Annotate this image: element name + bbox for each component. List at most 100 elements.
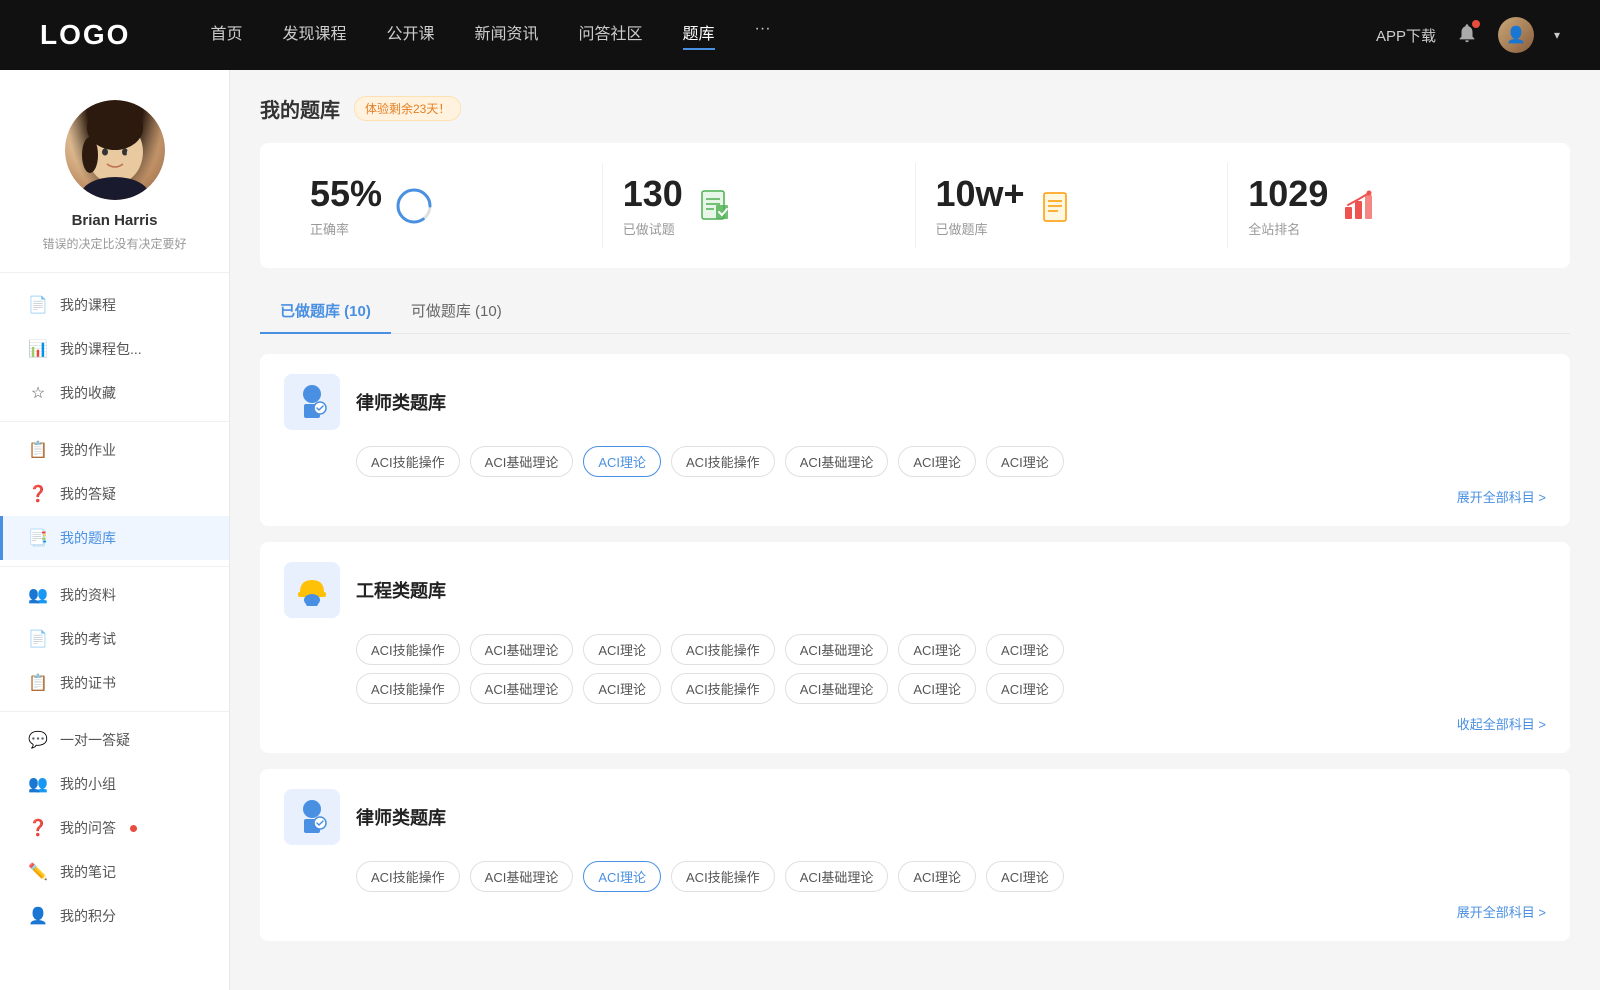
- sidebar-divider-2: [0, 566, 229, 567]
- sidebar-item-points[interactable]: 👤 我的积分: [0, 894, 229, 938]
- sidebar-item-group[interactable]: 👥 我的小组: [0, 762, 229, 806]
- myqa-label: 我的问答: [60, 818, 116, 838]
- favorites-label: 我的收藏: [60, 383, 116, 403]
- quiz-bank-icon: 📑: [28, 528, 48, 548]
- course-package-label: 我的课程包...: [60, 339, 142, 359]
- engineer-bank-expand[interactable]: 收起全部科目 >: [284, 714, 1546, 733]
- notification-dot: [1472, 20, 1480, 28]
- notification-bell[interactable]: [1456, 22, 1478, 49]
- stat-accuracy-value: 55% 正确率: [310, 173, 382, 238]
- sidebar-item-favorites[interactable]: ☆ 我的收藏: [0, 371, 229, 415]
- lawyer-bank-expand-1[interactable]: 展开全部科目 >: [284, 487, 1546, 506]
- certificate-label: 我的证书: [60, 673, 116, 693]
- bank-tag[interactable]: ACI技能操作: [671, 673, 775, 704]
- sidebar-item-qa[interactable]: ❓ 我的答疑: [0, 472, 229, 516]
- app-download[interactable]: APP下载: [1376, 25, 1436, 46]
- bank-tag[interactable]: ACI理论: [898, 673, 976, 704]
- bank-tag[interactable]: ACI理论: [583, 673, 661, 704]
- bank-tag[interactable]: ACI理论: [986, 861, 1064, 892]
- bank-tag[interactable]: ACI技能操作: [356, 861, 460, 892]
- nav-qa[interactable]: 问答社区: [579, 20, 643, 50]
- profile-icon: 👥: [28, 585, 48, 605]
- sidebar-profile: Brian Harris 错误的决定比没有决定要好: [0, 70, 229, 273]
- tab-available[interactable]: 可做题库 (10): [391, 288, 522, 333]
- lawyer-bank-tags-2: ACI技能操作 ACI基础理论 ACI理论 ACI技能操作 ACI基础理论 AC…: [284, 861, 1546, 892]
- nav-discover[interactable]: 发现课程: [282, 20, 346, 50]
- sidebar-item-course-package[interactable]: 📊 我的课程包...: [0, 327, 229, 371]
- bank-tag[interactable]: ACI理论: [898, 861, 976, 892]
- bank-tag[interactable]: ACI基础理论: [785, 446, 889, 477]
- bank-card-engineer-header: 工程类题库: [284, 562, 1546, 618]
- sidebar-item-myqa[interactable]: ❓ 我的问答: [0, 806, 229, 850]
- lawyer-bank-expand-2[interactable]: 展开全部科目 >: [284, 902, 1546, 921]
- sidebar-item-courses[interactable]: 📄 我的课程: [0, 283, 229, 327]
- bank-tag-active[interactable]: ACI理论: [583, 861, 661, 892]
- points-label: 我的积分: [60, 906, 116, 926]
- stats-row: 55% 正确率 130 已做试题: [260, 143, 1570, 268]
- engineer-bank-name: 工程类题库: [356, 577, 446, 603]
- sidebar-item-homework[interactable]: 📋 我的作业: [0, 428, 229, 472]
- bank-tag[interactable]: ACI理论: [898, 634, 976, 665]
- banks-icon: [1037, 186, 1077, 226]
- bank-tag[interactable]: ACI技能操作: [671, 634, 775, 665]
- avatar-image: [65, 100, 165, 200]
- bank-tag[interactable]: ACI理论: [986, 446, 1064, 477]
- stat-banks-value: 10w+ 已做题库: [936, 173, 1025, 238]
- bank-tag[interactable]: ACI基础理论: [470, 634, 574, 665]
- sidebar-item-profile[interactable]: 👥 我的资料: [0, 573, 229, 617]
- bank-tag[interactable]: ACI技能操作: [671, 861, 775, 892]
- bank-tag[interactable]: ACI技能操作: [356, 446, 460, 477]
- user-menu-chevron[interactable]: ▾: [1554, 28, 1560, 42]
- sidebar-item-exams[interactable]: 📄 我的考试: [0, 617, 229, 661]
- user-avatar[interactable]: 👤: [1498, 17, 1534, 53]
- exams-label: 我的考试: [60, 629, 116, 649]
- bank-tag[interactable]: ACI理论: [898, 446, 976, 477]
- bank-tag[interactable]: ACI理论: [986, 634, 1064, 665]
- favorites-icon: ☆: [28, 383, 48, 403]
- bank-tag-active[interactable]: ACI理论: [583, 446, 661, 477]
- nav-links: 首页 发现课程 公开课 新闻资讯 问答社区 题库 ···: [210, 20, 1376, 50]
- sidebar-item-1on1[interactable]: 💬 一对一答疑: [0, 718, 229, 762]
- sidebar-item-quiz-bank[interactable]: 📑 我的题库: [0, 516, 229, 560]
- nav-news[interactable]: 新闻资讯: [475, 20, 539, 50]
- lawyer-bank-name-2: 律师类题库: [356, 804, 446, 830]
- course-package-icon: 📊: [28, 339, 48, 359]
- group-label: 我的小组: [60, 774, 116, 794]
- sidebar-item-notes[interactable]: ✏️ 我的笔记: [0, 850, 229, 894]
- sidebar-item-certificate[interactable]: 📋 我的证书: [0, 661, 229, 705]
- nav-right: APP下载 👤 ▾: [1376, 17, 1560, 53]
- certificate-icon: 📋: [28, 673, 48, 693]
- bank-tag[interactable]: ACI基础理论: [470, 861, 574, 892]
- nav-more[interactable]: ···: [755, 20, 771, 50]
- nav-quiz[interactable]: 题库: [683, 20, 715, 50]
- lawyer-bank-icon-1: [284, 374, 340, 430]
- stat-rank: 1029 全站排名: [1227, 163, 1540, 248]
- engineer-bank-tags-row2: ACI技能操作 ACI基础理论 ACI理论 ACI技能操作 ACI基础理论 AC…: [284, 673, 1546, 704]
- exams-icon: 📄: [28, 629, 48, 649]
- bank-tag[interactable]: ACI理论: [986, 673, 1064, 704]
- rank-icon: [1340, 186, 1380, 226]
- bank-tag[interactable]: ACI基础理论: [470, 446, 574, 477]
- 1on1-label: 一对一答疑: [60, 730, 130, 750]
- bank-tag[interactable]: ACI基础理论: [785, 634, 889, 665]
- courses-icon: 📄: [28, 295, 48, 315]
- questions-icon: [695, 186, 735, 226]
- page-header: 我的题库 体验剩余23天！: [260, 94, 1570, 123]
- bank-tag[interactable]: ACI基础理论: [470, 673, 574, 704]
- trial-badge: 体验剩余23天！: [354, 96, 461, 121]
- main-content: 我的题库 体验剩余23天！ 55% 正确率: [230, 70, 1600, 990]
- avatar: [65, 100, 165, 200]
- homework-icon: 📋: [28, 440, 48, 460]
- bank-tag[interactable]: ACI技能操作: [356, 673, 460, 704]
- bank-tag[interactable]: ACI技能操作: [356, 634, 460, 665]
- group-icon: 👥: [28, 774, 48, 794]
- nav-home[interactable]: 首页: [210, 20, 242, 50]
- bank-tag[interactable]: ACI基础理论: [785, 861, 889, 892]
- bank-tag[interactable]: ACI理论: [583, 634, 661, 665]
- nav-opencourse[interactable]: 公开课: [386, 20, 434, 50]
- bank-tag[interactable]: ACI基础理论: [785, 673, 889, 704]
- bank-tag[interactable]: ACI技能操作: [671, 446, 775, 477]
- bank-card-engineer: 工程类题库 ACI技能操作 ACI基础理论 ACI理论 ACI技能操作 ACI基…: [260, 542, 1570, 753]
- page-title: 我的题库: [260, 94, 340, 123]
- tab-done[interactable]: 已做题库 (10): [260, 288, 391, 333]
